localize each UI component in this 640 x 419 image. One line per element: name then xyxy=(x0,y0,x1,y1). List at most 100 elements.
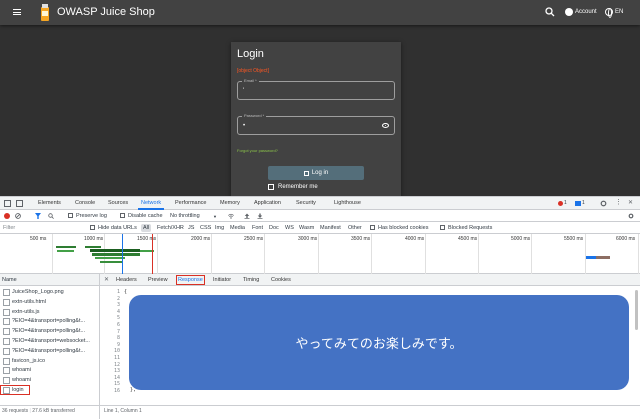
more-options-icon[interactable]: ⋮ xyxy=(615,198,622,206)
filter-input[interactable]: Filter xyxy=(3,225,15,231)
tab-response[interactable]: Response xyxy=(176,275,205,285)
clear-icon[interactable] xyxy=(15,213,21,219)
password-field[interactable]: Password * • xyxy=(237,113,395,135)
error-count-badge[interactable]: 1 xyxy=(558,200,567,206)
filter-type-manifest[interactable]: Manifest xyxy=(320,225,341,231)
request-item[interactable]: whoami xyxy=(0,365,99,375)
filter-type-js[interactable]: JS xyxy=(188,225,194,231)
filter-type-wasm[interactable]: Wasm xyxy=(299,225,314,231)
blocked-cookies-checkbox[interactable] xyxy=(370,225,375,230)
tab-security[interactable]: Security xyxy=(296,200,316,206)
request-item[interactable]: whoami xyxy=(0,375,99,385)
timeline-bar xyxy=(596,256,610,259)
tab-performance[interactable]: Performance xyxy=(175,200,207,206)
tab-network[interactable]: Network xyxy=(137,200,165,210)
tab-application[interactable]: Application xyxy=(254,200,281,206)
tab-headers[interactable]: Headers xyxy=(116,277,137,283)
request-item[interactable]: favicon_js.ico xyxy=(0,356,99,366)
scrollbar[interactable] xyxy=(635,290,638,330)
line-number: 1 xyxy=(116,289,120,295)
filter-funnel-icon[interactable] xyxy=(35,213,41,219)
juice-shop-logo-icon xyxy=(41,4,49,21)
line-number: 15 xyxy=(113,381,120,388)
request-item[interactable]: ?EIO=4&transport=websocket... xyxy=(0,336,99,346)
tab-cookies[interactable]: Cookies xyxy=(271,277,291,283)
close-icon[interactable]: ✕ xyxy=(104,276,109,283)
timeline-tick: 4500 ms xyxy=(458,236,478,242)
filter-type-font[interactable]: Font xyxy=(252,225,263,231)
account-label: Account xyxy=(575,9,597,15)
tab-preview[interactable]: Preview xyxy=(148,277,168,283)
menu-icon[interactable] xyxy=(13,9,21,15)
name-column-header[interactable]: Name xyxy=(0,274,99,286)
line-number: 13 xyxy=(113,368,120,375)
upload-icon[interactable] xyxy=(244,213,250,219)
tab-lighthouse[interactable]: Lighthouse xyxy=(334,200,361,206)
language-button[interactable]: EN xyxy=(605,7,623,18)
preserve-log-checkbox[interactable] xyxy=(68,213,73,218)
cursor-position: Line 1, Column 1 xyxy=(100,405,640,416)
tab-sources[interactable]: Sources xyxy=(108,200,128,206)
filter-type-ws[interactable]: WS xyxy=(285,225,294,231)
filter-type-all[interactable]: All xyxy=(141,224,152,232)
app-title[interactable]: OWASP Juice Shop xyxy=(57,6,155,18)
line-number: 6 xyxy=(116,322,120,328)
disable-cache-checkbox[interactable] xyxy=(120,213,125,218)
tab-console[interactable]: Console xyxy=(75,200,95,206)
search-icon[interactable] xyxy=(545,7,555,17)
request-item[interactable]: JuiceShop_Logo.png xyxy=(0,287,99,297)
dom-content-loaded-line xyxy=(122,234,123,274)
filter-type-other[interactable]: Other xyxy=(348,225,362,231)
tab-memory[interactable]: Memory xyxy=(220,200,240,206)
request-item-selected[interactable]: login xyxy=(0,384,30,395)
eye-icon[interactable] xyxy=(382,123,389,128)
account-button[interactable]: Account xyxy=(565,7,597,17)
login-title: Login xyxy=(237,48,264,60)
request-item[interactable]: ?EIO=4&transport=polling&t... xyxy=(0,346,99,356)
filter-type-img[interactable]: Img xyxy=(215,225,224,231)
tab-elements[interactable]: Elements xyxy=(38,200,61,206)
network-overview-timeline[interactable]: 500 ms 1000 ms 1500 ms 2000 ms 2500 ms 3… xyxy=(0,234,640,274)
filter-type-fetch-xhr[interactable]: Fetch/XHR xyxy=(157,225,184,231)
record-icon[interactable] xyxy=(4,213,10,219)
transferred-size: 27.6 kB transferred xyxy=(32,408,75,414)
filter-type-media[interactable]: Media xyxy=(230,225,245,231)
remember-me-checkbox[interactable]: Remember me xyxy=(268,184,318,190)
login-button-label: Log in xyxy=(311,170,329,176)
request-item[interactable]: ?EIO=4&transport=polling&t... xyxy=(0,326,99,336)
filter-bar: Filter Hide data URLs All Fetch/XHR JS C… xyxy=(0,222,640,234)
line-number: 4 xyxy=(116,308,120,315)
line-number: 9 xyxy=(116,341,120,348)
account-icon xyxy=(565,8,573,16)
remember-me-label: Remember me xyxy=(278,184,318,190)
email-value: ' xyxy=(243,88,245,94)
wifi-icon[interactable] xyxy=(228,213,234,219)
timeline-bar xyxy=(586,256,596,259)
network-settings-gear-icon[interactable] xyxy=(628,213,634,219)
download-icon[interactable] xyxy=(257,213,263,219)
device-toolbar-icon[interactable] xyxy=(16,200,23,207)
request-item[interactable]: extn-utils.js xyxy=(0,307,99,317)
timeline-bar xyxy=(57,250,74,252)
inspect-icon[interactable] xyxy=(4,200,11,207)
search-icon[interactable] xyxy=(48,213,54,219)
blocked-requests-checkbox[interactable] xyxy=(440,225,445,230)
timeline-tick: 500 ms xyxy=(30,236,47,242)
filter-type-doc[interactable]: Doc xyxy=(269,225,279,231)
request-item[interactable]: extn-utils.html xyxy=(0,297,99,307)
close-devtools-icon[interactable]: ✕ xyxy=(628,199,633,206)
filter-type-css[interactable]: CSS xyxy=(200,225,211,231)
blocked-cookies-label: Has blocked cookies xyxy=(378,225,429,231)
login-card: Login [object Object] Email * ' Password… xyxy=(231,42,401,196)
login-button[interactable]: Log in xyxy=(268,166,364,180)
throttling-select[interactable]: No throttling xyxy=(170,213,200,219)
request-item[interactable]: ?EIO=4&transport=polling&t... xyxy=(0,316,99,326)
line-number: 14 xyxy=(113,374,120,381)
email-field[interactable]: Email * ' xyxy=(237,78,395,100)
settings-gear-icon[interactable] xyxy=(600,200,607,207)
message-count-badge[interactable]: 1 xyxy=(575,200,585,206)
tab-initiator[interactable]: Initiator xyxy=(213,277,231,283)
tab-timing[interactable]: Timing xyxy=(243,277,259,283)
forgot-password-link[interactable]: Forgot your password? xyxy=(237,148,278,153)
hide-data-urls-checkbox[interactable] xyxy=(90,225,95,230)
